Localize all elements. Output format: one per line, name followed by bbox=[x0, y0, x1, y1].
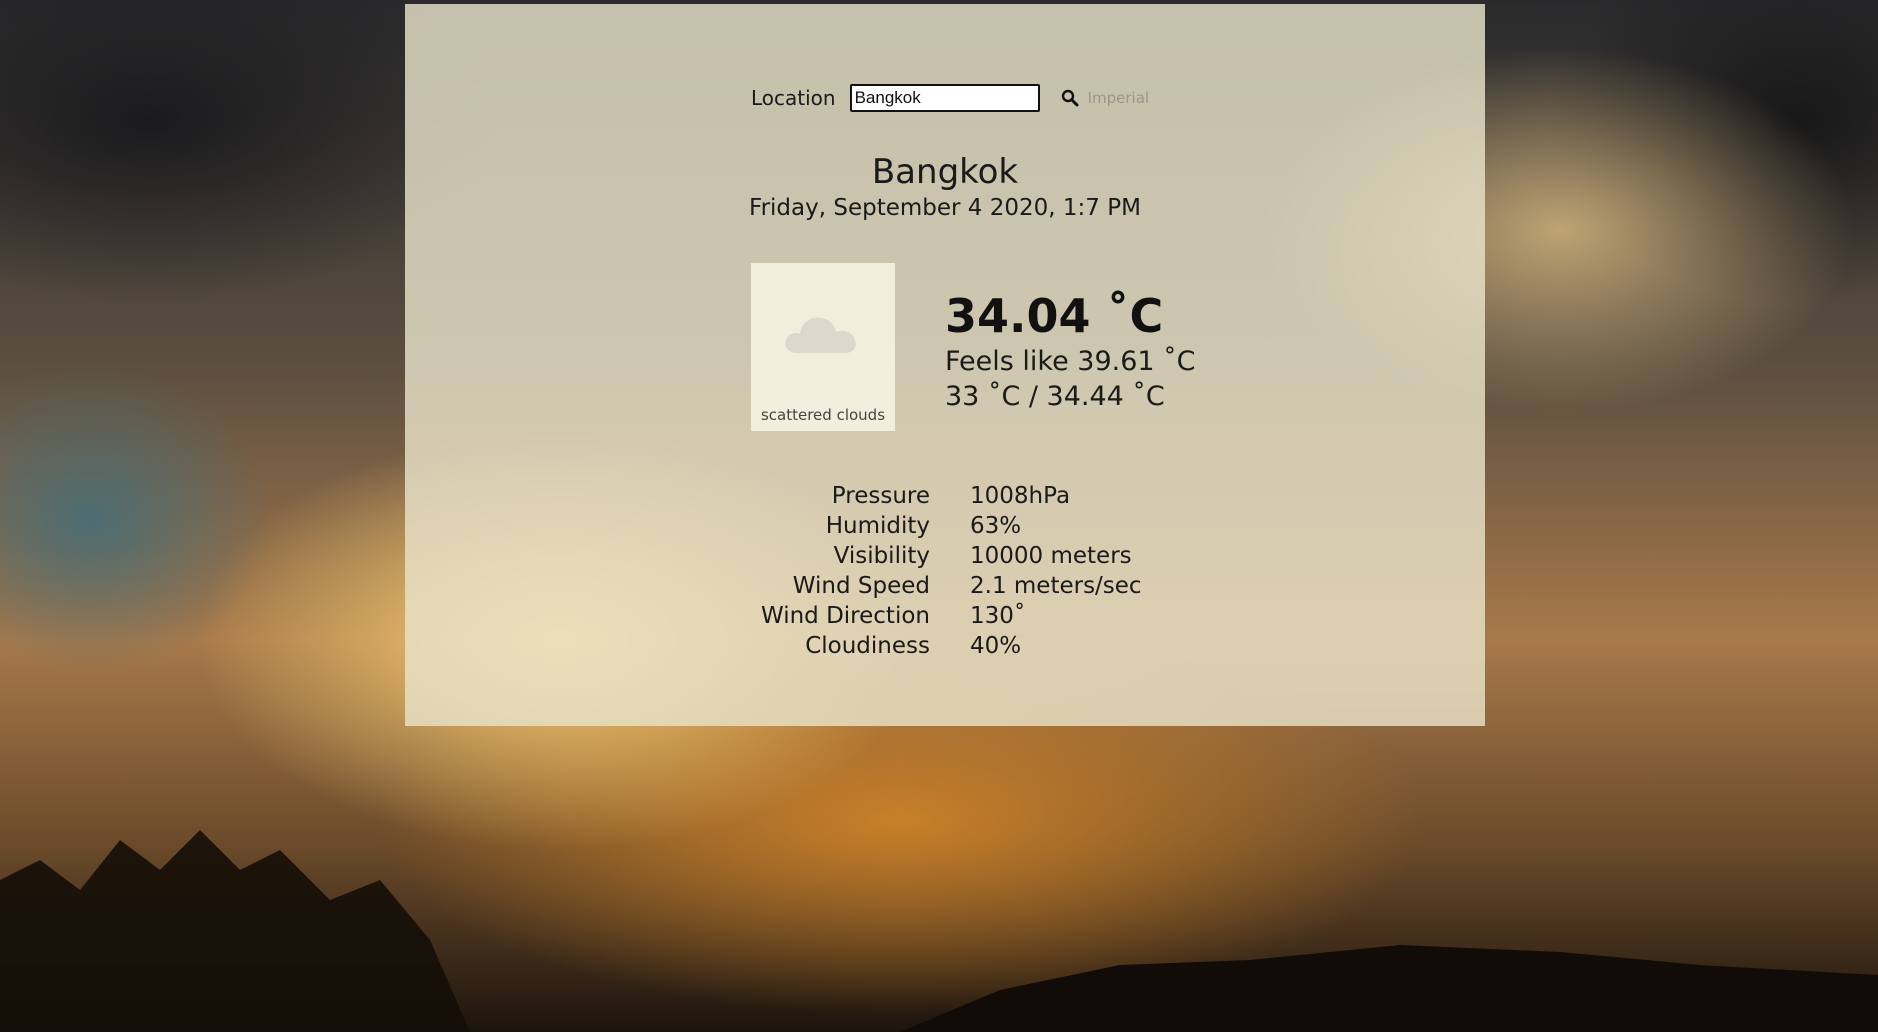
detail-value: 63% bbox=[970, 513, 1022, 539]
cloud-icon bbox=[785, 317, 856, 353]
feels-like-temperature: Feels like 39.61 ˚C bbox=[945, 346, 1196, 377]
min-max-temperature: 33 ˚C / 34.44 ˚C bbox=[945, 381, 1165, 412]
weather-panel: Location Imperial Bangkok Friday, Septem… bbox=[405, 4, 1485, 726]
detail-row-visibility: Visibility 10000 meters bbox=[685, 541, 1205, 571]
detail-label: Wind Direction bbox=[760, 603, 930, 629]
detail-row-cloudiness: Cloudiness 40% bbox=[685, 631, 1205, 661]
detail-value: 40% bbox=[970, 633, 1022, 659]
imperial-units-toggle[interactable]: Imperial bbox=[1088, 89, 1149, 107]
detail-label: Cloudiness bbox=[805, 633, 930, 659]
detail-value: 130˚ bbox=[970, 603, 1026, 629]
search-icon bbox=[1061, 89, 1079, 107]
detail-label: Humidity bbox=[825, 513, 930, 539]
location-label: Location bbox=[751, 86, 836, 110]
detail-value: 1008hPa bbox=[970, 483, 1071, 509]
local-datetime: Friday, September 4 2020, 1:7 PM bbox=[749, 195, 1141, 221]
weather-condition-card: scattered clouds bbox=[751, 263, 895, 431]
detail-label: Visibility bbox=[833, 543, 930, 569]
detail-row-pressure: Pressure 1008hPa bbox=[685, 481, 1205, 511]
search-bar: Location Imperial bbox=[751, 84, 1149, 112]
detail-label: Pressure bbox=[831, 483, 930, 509]
weather-description: scattered clouds bbox=[760, 406, 886, 424]
detail-label: Wind Speed bbox=[792, 573, 930, 599]
city-name: Bangkok bbox=[871, 152, 1019, 192]
detail-row-humidity: Humidity 63% bbox=[685, 511, 1205, 541]
weather-details-table: Pressure 1008hPa Humidity 63% Visibility… bbox=[685, 481, 1205, 661]
location-input[interactable] bbox=[849, 84, 1040, 112]
search-button[interactable] bbox=[1058, 86, 1082, 110]
detail-row-wind-direction: Wind Direction 130˚ bbox=[685, 601, 1205, 631]
detail-value: 2.1 meters/sec bbox=[970, 573, 1142, 599]
current-temperature: 34.04 ˚C bbox=[945, 289, 1164, 343]
detail-row-wind-speed: Wind Speed 2.1 meters/sec bbox=[685, 571, 1205, 601]
detail-value: 10000 meters bbox=[970, 543, 1132, 569]
